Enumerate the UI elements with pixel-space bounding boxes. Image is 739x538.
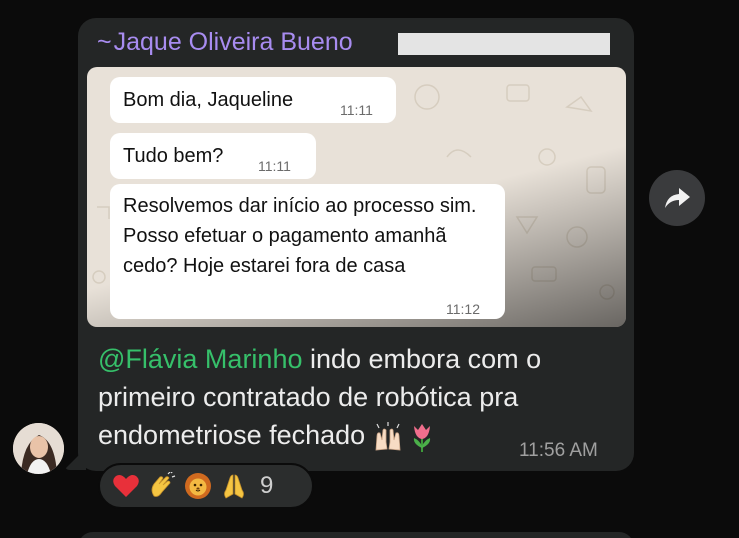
message-caption: @Flávia Marinho indo embora com o primei… [98, 340, 618, 454]
sender-name[interactable]: ~Jaque Oliveira Bueno [97, 28, 353, 57]
tulip-icon [413, 423, 430, 452]
reaction-count: 9 [260, 472, 274, 499]
sender-name-text: Jaque Oliveira Bueno [113, 28, 353, 56]
avatar-photo [13, 423, 64, 474]
screenshot-message-text: Resolvemos dar início ao processo sim. P… [123, 195, 477, 277]
screenshot-message-time: 11:11 [258, 158, 291, 174]
screenshot-message: Bom dia, Jaqueline 11:11 [110, 77, 396, 123]
lion-icon [185, 473, 211, 499]
clapping-hands-icon [151, 472, 176, 497]
sender-prefix: ~ [97, 28, 112, 56]
redacted-phone-number [398, 33, 610, 55]
reactions-bar[interactable]: 9 [98, 463, 314, 509]
screenshot-message: Tudo bem? 11:11 [110, 133, 316, 179]
next-message-bubble[interactable] [78, 532, 634, 538]
screenshot-message-text: Bom dia, Jaqueline [123, 89, 294, 111]
screenshot-message-time: 11:11 [340, 102, 373, 118]
attached-screenshot[interactable]: Bom dia, Jaqueline 11:11 Tudo bem? 11:11… [87, 67, 626, 327]
raising-hands-icon [375, 421, 401, 451]
message-timestamp: 11:56 AM [519, 440, 598, 461]
mention-link[interactable]: @Flávia Marinho [98, 344, 302, 374]
heart-icon [113, 475, 139, 497]
screenshot-message-time: 11:12 [446, 301, 480, 317]
screenshot-message-text: Tudo bem? [123, 145, 224, 167]
forward-icon [665, 188, 690, 208]
folded-hands-icon [224, 474, 244, 499]
forward-button[interactable] [649, 170, 705, 226]
screenshot-message: Resolvemos dar início ao processo sim. P… [110, 184, 505, 319]
avatar[interactable] [13, 423, 64, 474]
